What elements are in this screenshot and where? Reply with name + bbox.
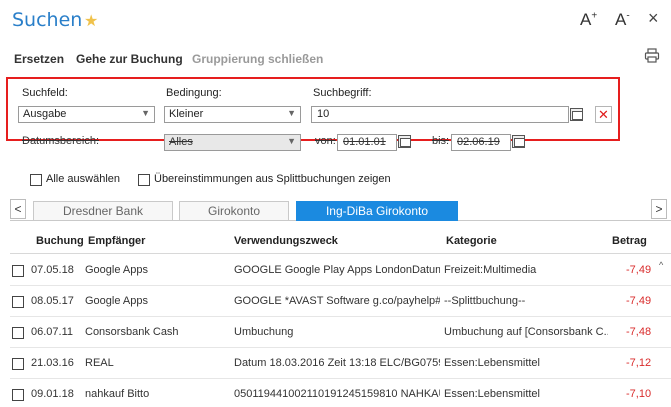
col-amount[interactable]: Betrag <box>612 235 647 247</box>
date-to-input[interactable]: 02.06.19 <box>451 134 511 151</box>
row-payee: REAL <box>85 357 114 369</box>
account-tabs: < Dresdner Bank Girokonto Ing-DiBa Girok… <box>10 199 671 221</box>
row-amount: -7,48 <box>626 326 652 338</box>
condition-select[interactable]: Kleiner ▼ <box>164 106 301 123</box>
font-decrease-sup: - <box>626 10 630 22</box>
window-title: Suchen <box>12 9 83 31</box>
results-table: Buchung Empfänger Verwendungszweck Kateg… <box>10 230 671 407</box>
row-checkbox[interactable] <box>12 327 24 339</box>
row-date: 08.05.17 <box>31 295 74 307</box>
search-term-label: Suchbegriff: <box>313 87 372 99</box>
table-row[interactable]: 07.05.18 Google Apps GOOGLE Google Play … <box>10 255 671 286</box>
split-matches-checkbox[interactable] <box>138 174 150 186</box>
replace-button[interactable]: Ersetzen <box>14 52 64 66</box>
row-date: 21.03.16 <box>31 357 74 369</box>
row-category: Umbuchung auf [Consorsbank C... <box>444 326 608 338</box>
table-row[interactable]: 09.01.18 nahkauf Bitto 05011944100211019… <box>10 379 671 407</box>
tab-dresdner-bank[interactable]: Dresdner Bank <box>33 201 173 221</box>
row-purpose: Umbuchung <box>234 326 294 338</box>
condition-label: Bedingung: <box>166 87 222 99</box>
col-category[interactable]: Kategorie <box>446 235 497 247</box>
table-row[interactable]: 08.05.17 Google Apps GOOGLE *AVAST Softw… <box>10 286 671 317</box>
chevron-down-icon: ▼ <box>287 136 296 146</box>
tab-girokonto[interactable]: Girokonto <box>179 201 289 221</box>
font-increase-label: A <box>580 10 592 29</box>
condition-value: Kleiner <box>169 108 204 120</box>
tab-scroll-left-button[interactable]: < <box>10 199 26 219</box>
tab-ing-diba-girokonto[interactable]: Ing-DiBa Girokonto <box>296 201 458 221</box>
font-increase-sup: + <box>591 10 598 22</box>
search-field-label: Suchfeld: <box>22 87 68 99</box>
font-increase-button[interactable]: A+ <box>580 10 597 30</box>
row-purpose: Datum 18.03.2016 Zeit 13:18 ELC/BG07592.… <box>234 357 440 369</box>
row-checkbox[interactable] <box>12 358 24 370</box>
row-amount: -7,49 <box>626 295 652 307</box>
font-decrease-label: A <box>615 10 627 29</box>
table-row[interactable]: 21.03.16 REAL Datum 18.03.2016 Zeit 13:1… <box>10 348 671 379</box>
row-category: Freizeit:Multimedia <box>444 264 537 276</box>
row-purpose: 0501194410021101912451598​10 NAHKAUF... <box>234 388 440 400</box>
split-matches-label: Übereinstimmungen aus Splittbuchungen ze… <box>154 173 391 185</box>
calendar-icon[interactable] <box>398 135 411 148</box>
col-booking[interactable]: Buchung <box>36 235 84 247</box>
font-decrease-button[interactable]: A- <box>615 10 630 30</box>
row-amount: -7,10 <box>626 388 652 400</box>
row-checkbox[interactable] <box>12 296 24 308</box>
goto-booking-button[interactable]: Gehe zur Buchung <box>76 52 183 66</box>
row-category: Essen:Lebensmittel <box>444 357 540 369</box>
vertical-scrollbar[interactable]: ^ <box>658 258 670 407</box>
col-payee[interactable]: Empfänger <box>88 235 145 247</box>
row-payee: Google Apps <box>85 295 148 307</box>
clear-criteria-button[interactable]: ✕ <box>595 106 612 123</box>
col-purpose[interactable]: Verwendungszweck <box>234 235 338 247</box>
table-row[interactable]: 06.07.11 Consorsbank Cash Umbuchung Umbu… <box>10 317 671 348</box>
select-all-label: Alle auswählen <box>46 173 120 185</box>
close-grouping-button[interactable]: Gruppierung schließen <box>192 52 323 66</box>
date-to-value: 02.06.19 <box>457 136 500 148</box>
calendar-icon[interactable] <box>570 108 583 121</box>
row-checkbox[interactable] <box>12 389 24 401</box>
row-date: 09.01.18 <box>31 388 74 400</box>
date-to-label: bis: <box>432 135 450 147</box>
date-from-value: 01.01.01 <box>343 136 386 148</box>
row-payee: Google Apps <box>85 264 148 276</box>
table-header: Buchung Empfänger Verwendungszweck Kateg… <box>10 230 671 254</box>
row-date: 07.05.18 <box>31 264 74 276</box>
row-date: 06.07.11 <box>31 326 74 338</box>
favorite-star-icon[interactable]: ★ <box>84 11 98 31</box>
date-range-value: Alles <box>169 136 193 148</box>
search-field-value: Ausgabe <box>23 108 67 120</box>
date-from-label: von: <box>315 135 336 147</box>
date-range-label: Datumsbereich: <box>22 135 100 147</box>
row-category: --Splittbuchung-- <box>444 295 526 307</box>
row-payee: nahkauf Bitto <box>85 388 150 400</box>
row-category: Essen:Lebensmittel <box>444 388 540 400</box>
row-checkbox[interactable] <box>12 265 24 277</box>
row-amount: -7,12 <box>626 357 652 369</box>
scroll-up-button[interactable]: ^ <box>659 260 663 270</box>
chevron-down-icon: ▼ <box>141 108 150 118</box>
row-purpose: GOOGLE *AVAST Software g.co/payhelp#... <box>234 295 440 307</box>
date-range-select[interactable]: Alles ▼ <box>164 134 301 151</box>
tab-scroll-right-button[interactable]: > <box>651 199 667 219</box>
printer-icon[interactable] <box>644 48 660 64</box>
row-payee: Consorsbank Cash <box>85 326 179 338</box>
row-purpose: GOOGLE Google Play Apps LondonDatum... <box>234 264 440 276</box>
date-from-input[interactable]: 01.01.01 <box>337 134 397 151</box>
select-all-checkbox[interactable] <box>30 174 42 186</box>
search-field-select[interactable]: Ausgabe ▼ <box>18 106 155 123</box>
search-term-value: 10 <box>317 108 330 120</box>
row-amount: -7,49 <box>626 264 652 276</box>
search-term-input[interactable]: 10 <box>311 106 569 123</box>
close-button[interactable]: × <box>648 8 659 29</box>
chevron-down-icon: ▼ <box>287 108 296 118</box>
calendar-icon[interactable] <box>512 135 525 148</box>
title-bar: Suchen ★ A+ A- × <box>0 0 671 40</box>
